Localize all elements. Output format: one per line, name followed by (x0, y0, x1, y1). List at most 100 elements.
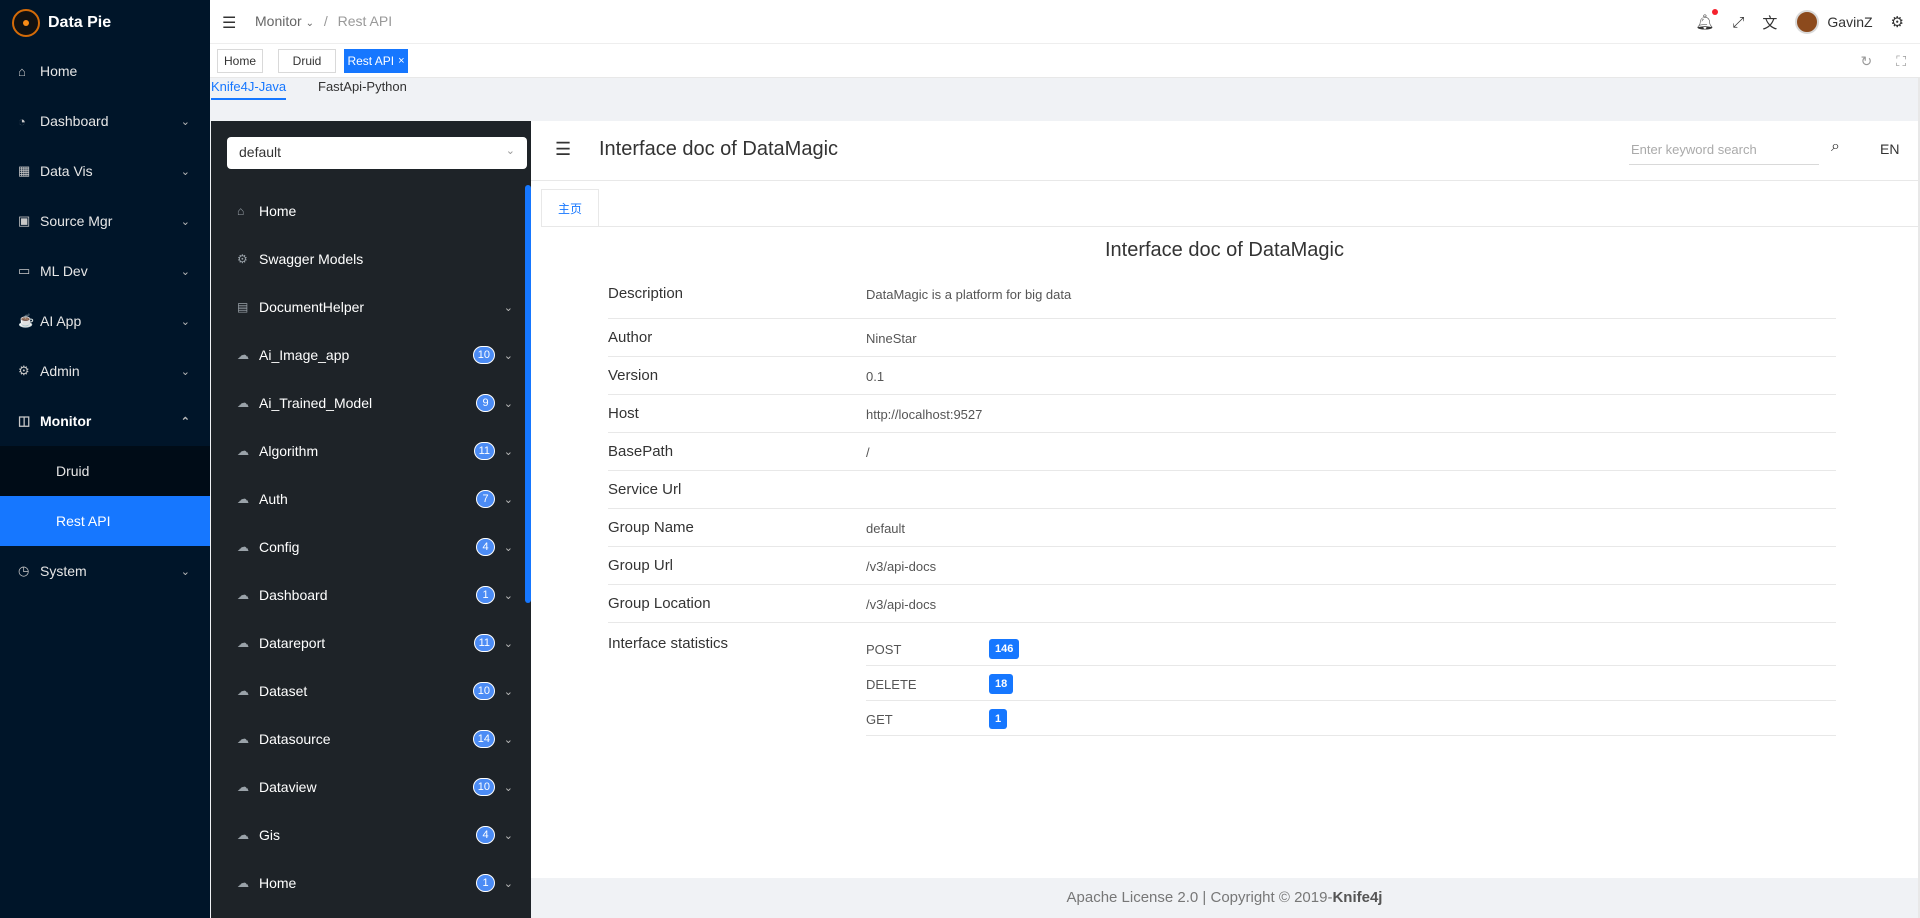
doc-menu-label: Gis (259, 827, 280, 843)
sidebar-item-admin[interactable]: ⚙ Admin ⌄ (0, 346, 210, 396)
count-badge: 4 (476, 538, 495, 556)
doc-menu-item[interactable]: ☁ Dataview 10 ⌄ (211, 763, 525, 811)
close-icon[interactable]: × (398, 55, 404, 67)
stats-label: Interface statistics (608, 635, 729, 652)
sidebar-item-label: AI App (40, 313, 82, 329)
tab-druid[interactable]: Druid (278, 49, 336, 73)
info-value: default (866, 521, 906, 536)
breadcrumb-parent[interactable]: Monitor (255, 13, 302, 29)
doc-header-title: Interface doc of DataMagic (599, 138, 839, 160)
gear-icon[interactable]: ⚙ (1891, 13, 1904, 31)
count-badge: 10 (472, 778, 495, 796)
sidebar-item-label: Druid (56, 463, 90, 479)
expand-icon[interactable]: ⛶ (1896, 53, 1906, 70)
cloud-icon: ☁ (237, 396, 249, 410)
sidebar-item-ai-app[interactable]: ☕ AI App ⌄ (0, 296, 210, 346)
doc-menu-label: Home (259, 203, 297, 219)
doc-title: Interface doc of DataMagic (1104, 239, 1344, 261)
doc-menu-item[interactable]: ☁ Dashboard 1 ⌄ (211, 571, 525, 619)
top-header: ☰ Monitor ⌄ / Rest API 🔔︎ ⤢ 文 GavinZ ⚙ (210, 0, 1920, 44)
doc-menu-item[interactable]: ☁ Config 4 ⌄ (211, 523, 525, 571)
cloud-icon: ☁ (237, 780, 249, 794)
doc-menu-item[interactable]: ☁ Datasource 14 ⌄ (211, 715, 525, 763)
sidebar-item-source-mgr[interactable]: ▣ Source Mgr ⌄ (0, 196, 210, 246)
cloud-icon: ☁ (237, 348, 249, 362)
chevron-down-icon: ⌄ (503, 541, 513, 554)
translate-icon[interactable]: 文 (1762, 12, 1777, 33)
sidebar-item-dashboard[interactable]: ◔ Dashboard ⌄ (0, 96, 210, 146)
tab-label: Rest API (347, 54, 395, 68)
count-badge: 11 (473, 634, 495, 652)
collapse-menu-icon[interactable]: ☰ (555, 139, 571, 160)
info-key: Author (608, 329, 653, 346)
doc-menu-item[interactable]: ⌂ Home (211, 187, 525, 235)
tab-main-page[interactable]: 主页 (541, 189, 599, 227)
group-select[interactable]: default ⌄ (227, 137, 527, 169)
info-value: 0.1 (866, 369, 885, 384)
doc-menu-label: Swagger Models (259, 251, 364, 267)
bell-icon[interactable]: 🔔︎ (1695, 9, 1719, 31)
chevron-down-icon: ⌄ (503, 829, 513, 842)
info-row: Group Name default (608, 509, 1836, 547)
sidebar-item-ml-dev[interactable]: ▭ ML Dev ⌄ (0, 246, 210, 296)
info-value: NineStar (866, 331, 917, 346)
tab-rest-api[interactable]: Rest API × (344, 49, 408, 73)
doc-menu-item[interactable]: ☁ Auth 7 ⌄ (211, 475, 525, 523)
home-icon: ⌂ (18, 63, 26, 79)
count-badge: 1 (476, 586, 495, 604)
copyright-icon: © (1278, 889, 1290, 906)
brand[interactable]: Data Pie (0, 0, 210, 46)
doc-menu-item[interactable]: ☁ Ai_Trained_Model 9 ⌄ (211, 379, 525, 427)
divider (541, 226, 1918, 227)
cloud-icon: ☁ (237, 684, 249, 698)
search-icon[interactable]: ⌕ (1831, 138, 1840, 156)
count-badge: 11 (473, 442, 495, 460)
stat-count-badge: 146 (989, 639, 1020, 659)
cloud-icon: ☁ (237, 492, 249, 506)
tab-knife4j-java[interactable]: Knife4J-Java (211, 78, 287, 100)
info-key: Version (608, 367, 659, 384)
sidebar-item-home[interactable]: ⌂ Home (0, 46, 210, 96)
info-row: Description DataMagic is a platform for … (608, 275, 1836, 319)
language-switch[interactable]: EN (1880, 141, 1899, 157)
cloud-icon: ☁ (237, 588, 249, 602)
breadcrumb-current: Rest API (337, 13, 393, 29)
avatar (1795, 10, 1820, 34)
chevron-down-icon: ⌄ (305, 18, 314, 29)
doc-menu-item[interactable]: ☁ Datareport 11 ⌄ (211, 619, 525, 667)
doc-menu-item[interactable]: ☁ Ai_Image_app 10 ⌄ (211, 331, 525, 379)
sidebar-item-system[interactable]: ◷ System ⌄ (0, 546, 210, 596)
info-value: http://localhost:9527 (866, 407, 983, 422)
doc-menu-item[interactable]: ☁ Gis 4 ⌄ (211, 811, 525, 859)
sidebar-item-monitor[interactable]: ◫ Monitor ⌃ (0, 396, 210, 446)
tab-home[interactable]: Home (217, 49, 263, 73)
doc-menu-label: Home (259, 875, 297, 891)
sidebar-subitem-druid[interactable]: Druid (0, 446, 210, 496)
doc-menu-label: Config (259, 539, 300, 555)
doc-menu-item[interactable]: ⚙ Swagger Models (211, 235, 525, 283)
tab-fastapi-python[interactable]: FastApi-Python (318, 78, 407, 100)
search-input[interactable]: Enter keyword search (1629, 139, 1819, 165)
doc-menu-item[interactable]: ☁ Home 1 ⌄ (211, 859, 525, 907)
stat-method: POST (866, 642, 902, 657)
count-badge: 4 (476, 826, 495, 844)
doc-menu-item[interactable]: ☁ Dataset 10 ⌄ (211, 667, 525, 715)
user-menu[interactable]: GavinZ (1795, 10, 1873, 34)
sidebar-item-data-vis[interactable]: ▦ Data Vis ⌄ (0, 146, 210, 196)
info-row: Service Url (608, 471, 1836, 509)
menu-toggle-icon[interactable]: ☰ (222, 13, 236, 33)
doc-menu-item[interactable]: ☁ Algorithm 11 ⌄ (211, 427, 525, 475)
refresh-icon[interactable]: ↻ (1860, 53, 1872, 70)
fullscreen-icon[interactable]: ⤢ (1732, 14, 1744, 31)
sidebar-subitem-rest-api[interactable]: Rest API (0, 496, 210, 546)
database-icon: ▣ (18, 213, 31, 228)
count-badge: 10 (472, 346, 495, 364)
app-name: Data Pie (48, 14, 112, 31)
chevron-up-icon: ⌃ (180, 415, 190, 428)
doc-menu-label: DocumentHelper (259, 299, 365, 315)
chevron-down-icon: ⌄ (180, 215, 190, 228)
doc-menu-label: Ai_Trained_Model (259, 395, 373, 411)
info-key: Group Name (608, 519, 694, 536)
doc-menu-label: Dataview (259, 779, 317, 795)
doc-menu-item[interactable]: ▤ DocumentHelper ⌄ (211, 283, 525, 331)
